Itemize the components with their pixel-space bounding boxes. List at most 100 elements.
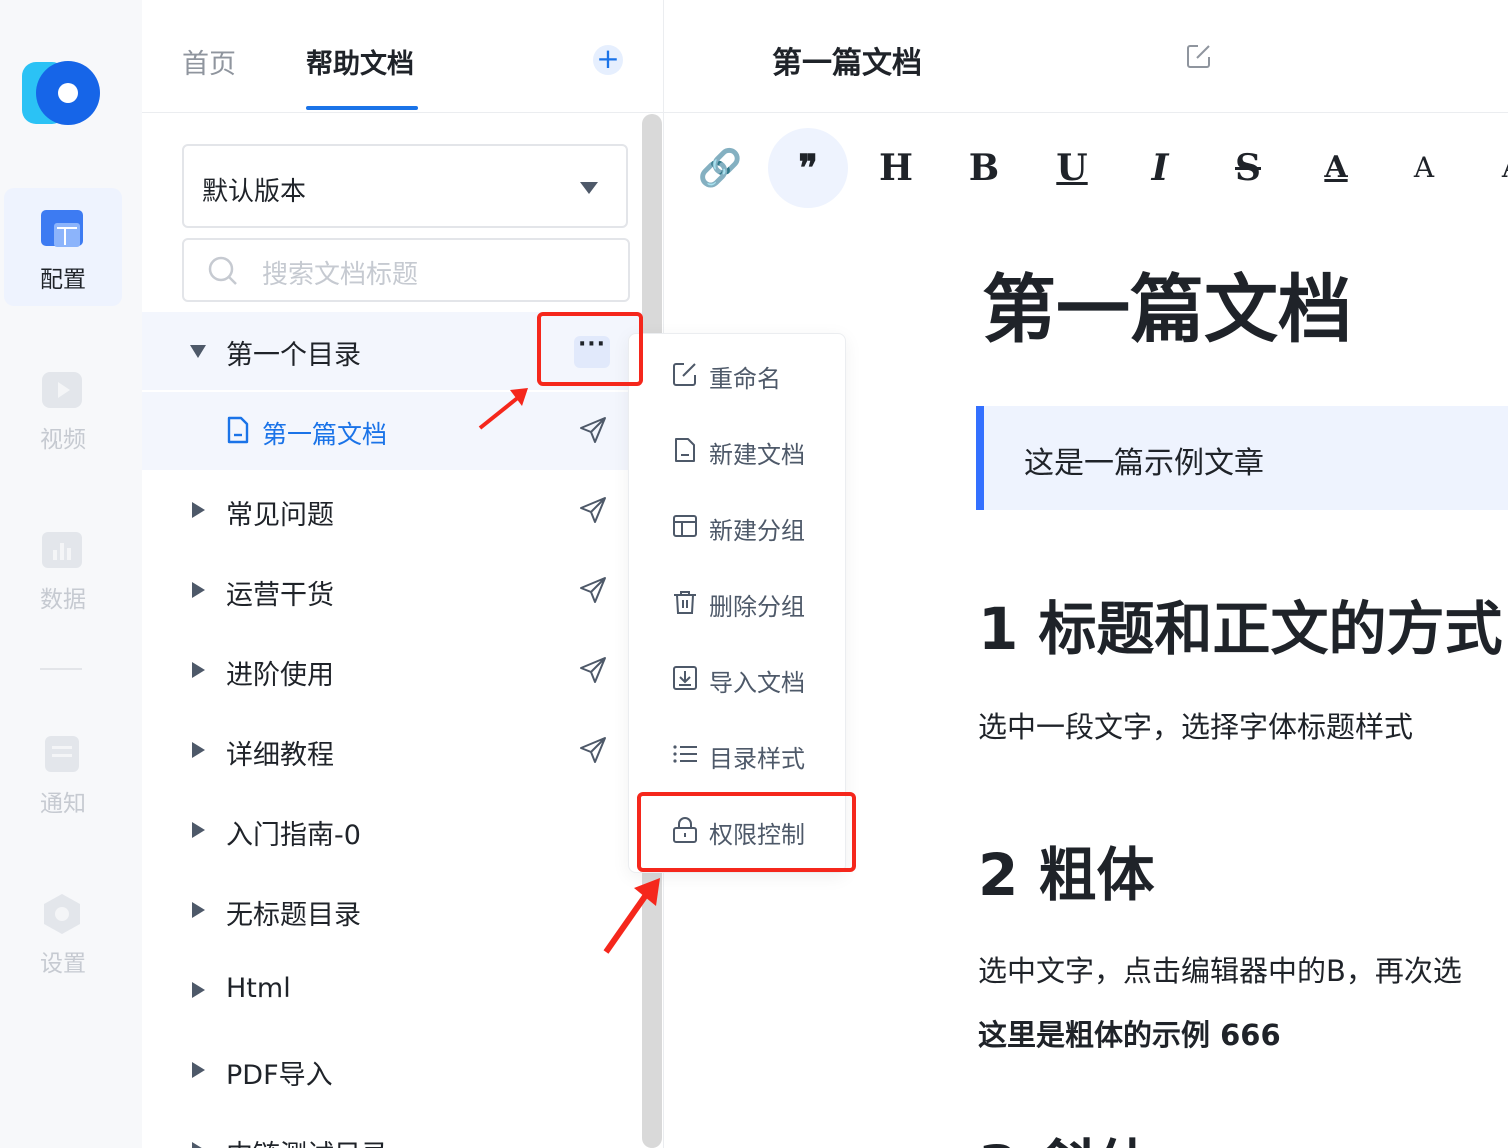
search-icon <box>208 256 237 285</box>
tree-folder-label: 进阶使用 <box>226 660 334 691</box>
heading-icon[interactable]: H <box>856 128 936 208</box>
menu-item-import-doc[interactable]: 导入文档 <box>629 648 847 708</box>
annotation-highlight-permissions <box>637 792 856 872</box>
nav-item-video[interactable]: 视频 <box>4 348 122 466</box>
font-icon[interactable]: A <box>1472 128 1508 208</box>
chart-icon <box>42 532 82 568</box>
tree-folder[interactable]: PDF导入 <box>142 1032 642 1110</box>
caret-right-icon[interactable] <box>192 742 205 758</box>
doc-heading-2: 1 标题和正文的方式 <box>978 595 1503 663</box>
menu-item-new-doc[interactable]: 新建文档 <box>629 420 847 480</box>
tree-folder[interactable]: 无标题目录 <box>142 872 642 950</box>
gear-icon <box>44 894 80 934</box>
tree-folder-label: Html <box>226 973 291 1004</box>
menu-label: 新建文档 <box>709 441 805 469</box>
document-icon <box>227 416 249 444</box>
nav-item-notify[interactable]: 通知 <box>4 712 122 830</box>
tree-folder[interactable]: 进阶使用 <box>142 632 642 710</box>
active-tab-indicator <box>306 106 418 110</box>
nav-label: 设置 <box>40 951 86 977</box>
nav-separator <box>40 668 82 670</box>
edit-icon[interactable] <box>1186 43 1212 69</box>
nav-label: 通知 <box>40 791 86 817</box>
caret-right-icon[interactable] <box>192 822 205 838</box>
caret-right-icon[interactable] <box>192 982 205 998</box>
tree-folder[interactable]: 详细教程 <box>142 712 642 790</box>
nav-item-config[interactable]: 配置 <box>4 188 122 306</box>
send-icon[interactable] <box>579 416 607 444</box>
doc-heading-2: 3 斜体 <box>978 1120 1155 1148</box>
editor-header: 第一篇文档 <box>664 0 1508 113</box>
annotation-arrow-icon <box>603 878 660 954</box>
tree-folder-label: 内链测试目录 <box>226 1133 388 1148</box>
version-select[interactable]: 默认版本 <box>182 144 628 228</box>
font-size-icon[interactable]: A <box>1384 128 1464 208</box>
tree-folder-label: 无标题目录 <box>226 900 361 931</box>
tab-home[interactable]: 首页 <box>182 42 236 81</box>
bold-icon[interactable]: B <box>944 128 1024 208</box>
tree-folder-label: PDF导入 <box>226 1060 333 1091</box>
menu-label: 新建分组 <box>709 517 805 545</box>
menu-item-toc-style[interactable]: 目录样式 <box>629 724 847 784</box>
doc-paragraph: 选中一段文字，选择字体标题样式 <box>978 710 1414 744</box>
send-icon[interactable] <box>579 496 607 524</box>
menu-label: 重命名 <box>709 365 781 393</box>
doc-paragraph-bold: 这里是粗体的示例 666 <box>978 1018 1281 1052</box>
nav-rail: 配置 视频 数据 通知 设置 <box>0 0 142 1148</box>
menu-label: 目录样式 <box>709 745 805 773</box>
doc-paragraph: 选中文字，点击编辑器中的B，再次选 <box>978 954 1462 988</box>
underline-icon[interactable]: U <box>1032 128 1112 208</box>
menu-item-delete-group[interactable]: 删除分组 <box>629 572 847 632</box>
caret-down-icon[interactable] <box>190 345 206 358</box>
notification-icon <box>45 736 79 772</box>
video-icon <box>42 372 82 408</box>
tree-folder-label: 运营干货 <box>226 580 334 611</box>
tree-folder[interactable]: Html <box>142 952 642 1030</box>
strikethrough-icon[interactable]: S <box>1208 128 1288 208</box>
app-window: 配置 视频 数据 通知 设置 首页 帮助文档 + 默认版本 搜索文档标题 第一个… <box>0 0 1508 1148</box>
tab-help-docs[interactable]: 帮助文档 <box>306 42 414 81</box>
doc-heading-2: 2 粗体 <box>978 841 1155 909</box>
tree-folder-label: 常见问题 <box>226 500 334 531</box>
layout-icon <box>673 515 697 537</box>
tree-doc-selected[interactable]: 第一篇文档 <box>142 392 642 470</box>
nav-label: 配置 <box>40 267 86 293</box>
caret-right-icon[interactable] <box>192 1062 205 1078</box>
annotation-arrow-icon <box>478 388 528 430</box>
search-placeholder: 搜索文档标题 <box>262 260 419 290</box>
send-icon[interactable] <box>579 736 607 764</box>
menu-item-new-group[interactable]: 新建分组 <box>629 496 847 556</box>
send-icon[interactable] <box>579 576 607 604</box>
tree-folder[interactable]: 内链测试目录 <box>142 1112 642 1148</box>
font-color-icon[interactable]: A <box>1296 128 1376 208</box>
app-logo <box>22 61 100 125</box>
doc-blockquote: 这是一篇示例文章 <box>976 406 1508 510</box>
nav-item-data[interactable]: 数据 <box>4 508 122 626</box>
blockquote-text: 这是一篇示例文章 <box>1024 446 1264 481</box>
add-button[interactable]: + <box>593 45 623 75</box>
caret-down-icon <box>580 182 598 194</box>
version-value: 默认版本 <box>202 177 307 207</box>
menu-label: 导入文档 <box>709 669 805 697</box>
tree-folder[interactable]: 常见问题 <box>142 472 642 550</box>
caret-right-icon[interactable] <box>192 902 205 918</box>
nav-label: 数据 <box>40 587 86 613</box>
quote-icon[interactable]: ❞ <box>768 128 848 208</box>
send-icon[interactable] <box>579 656 607 684</box>
link-icon[interactable]: 🔗 <box>680 128 760 208</box>
nav-item-settings[interactable]: 设置 <box>4 872 122 990</box>
tree-folder[interactable]: 入门指南-0 <box>142 792 642 870</box>
caret-right-icon[interactable] <box>192 582 205 598</box>
search-input[interactable]: 搜索文档标题 <box>182 238 630 302</box>
tree-doc-label: 第一篇文档 <box>262 420 388 449</box>
italic-icon[interactable]: I <box>1120 128 1200 208</box>
tree-folder[interactable]: 运营干货 <box>142 552 642 630</box>
menu-item-rename[interactable]: 重命名 <box>629 344 847 404</box>
doc-tree-panel: 首页 帮助文档 + 默认版本 搜索文档标题 第一个目录 ··· 第一篇文档 常见… <box>142 0 664 1148</box>
caret-right-icon[interactable] <box>192 1142 205 1148</box>
tree-folder-label: 第一个目录 <box>226 340 361 371</box>
caret-right-icon[interactable] <box>192 662 205 678</box>
menu-label: 删除分组 <box>709 593 805 621</box>
panel-tabs: 首页 帮助文档 + <box>142 0 664 113</box>
caret-right-icon[interactable] <box>192 502 205 518</box>
